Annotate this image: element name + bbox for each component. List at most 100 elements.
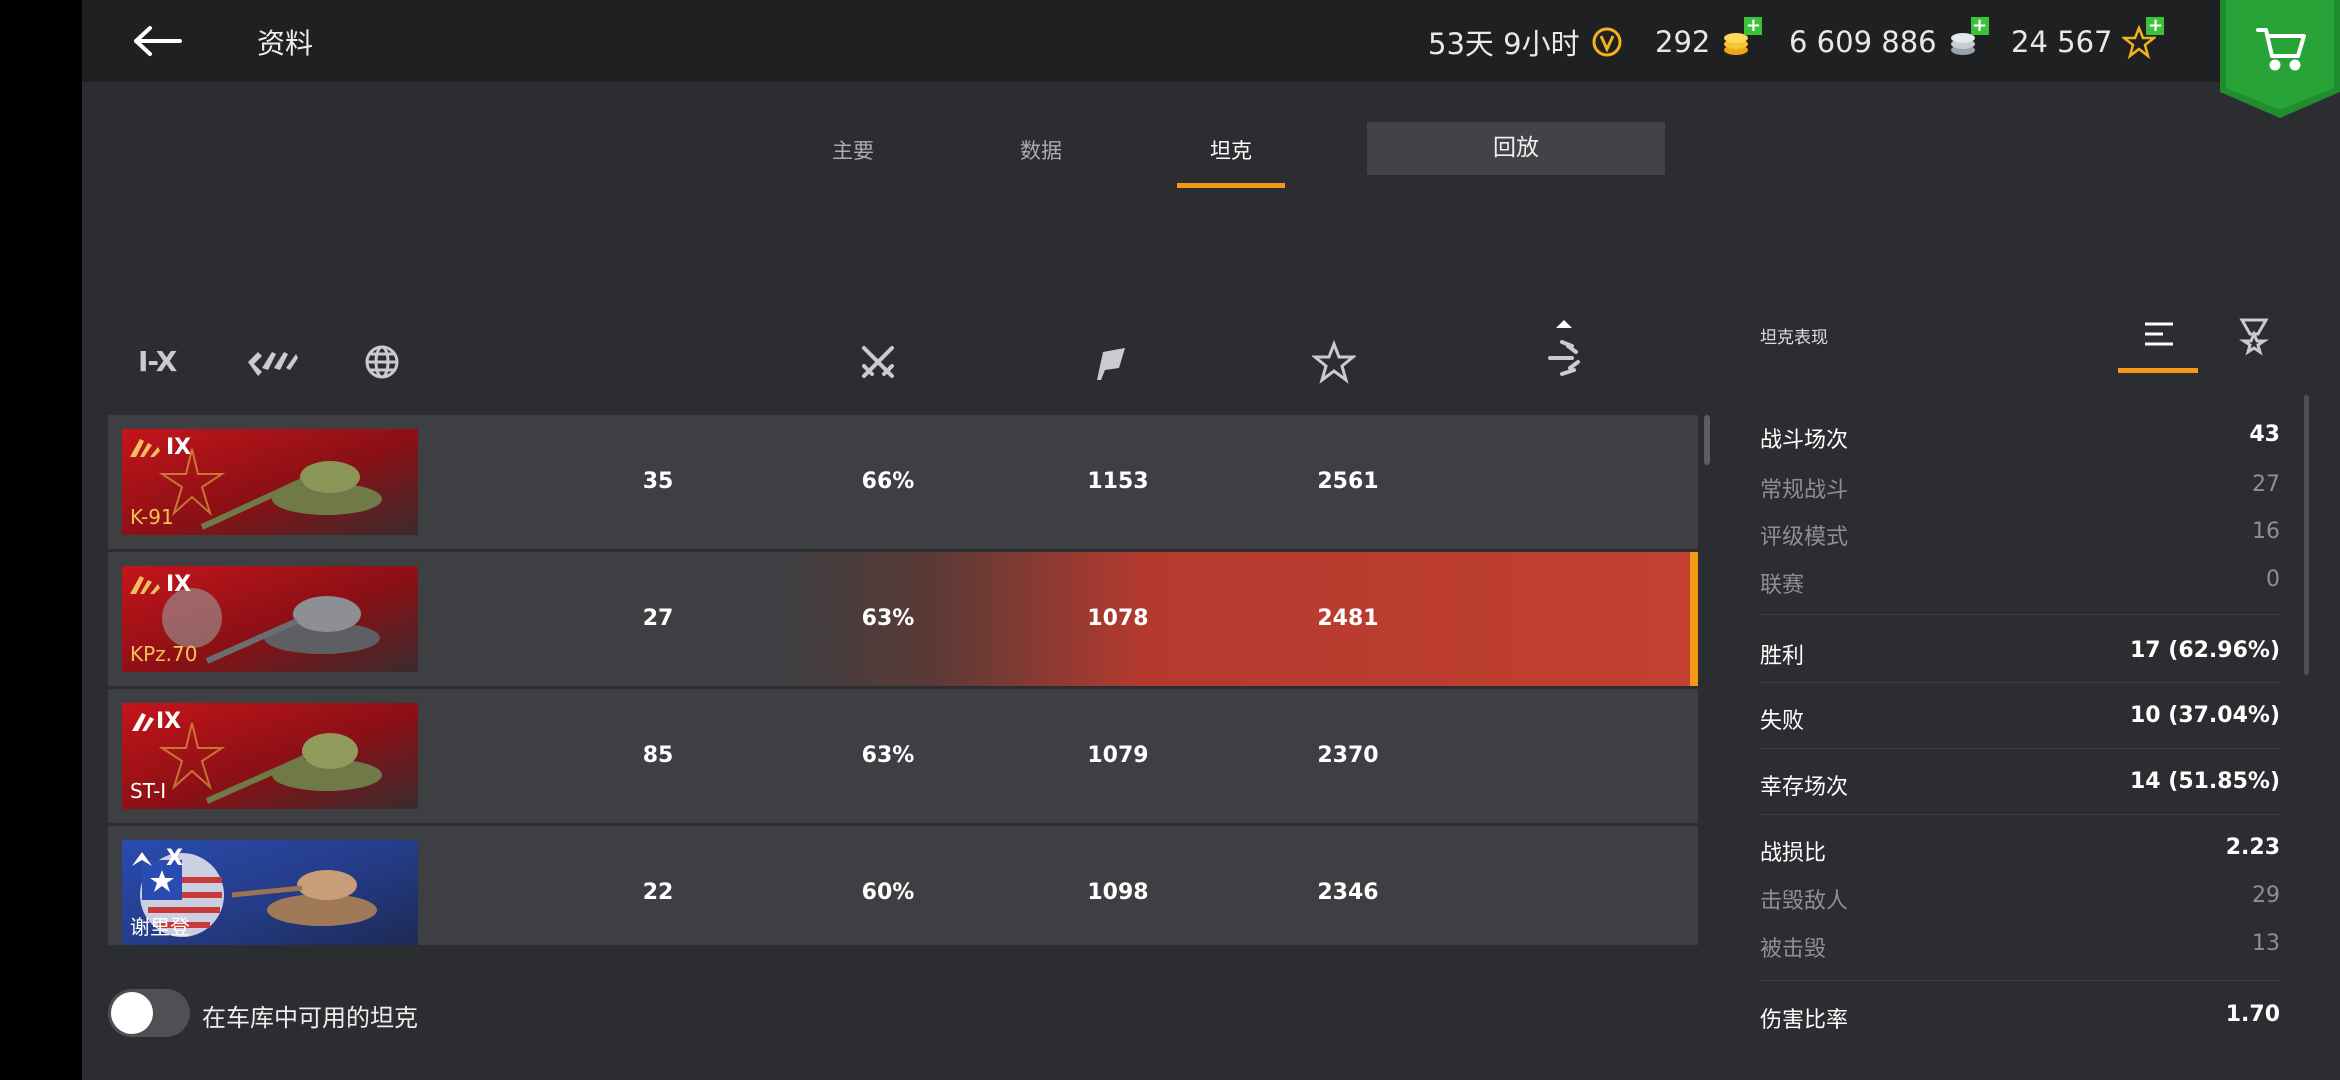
tank-name: ST-I bbox=[130, 779, 167, 803]
stat-value: 13 bbox=[2252, 931, 2280, 956]
tank-avg-damage: 2370 bbox=[1317, 743, 1379, 768]
tank-name: 谢里登 bbox=[130, 915, 190, 939]
tank-avg-exp: 1079 bbox=[1087, 743, 1149, 768]
premium-time[interactable]: 53天 9小时 bbox=[1428, 20, 1624, 64]
win-rate-icon[interactable] bbox=[1087, 340, 1131, 384]
tank-win-rate: 66% bbox=[861, 469, 915, 494]
tab-stats[interactable]: 数据 bbox=[1020, 135, 1062, 165]
tab-replays[interactable]: 回放 bbox=[1367, 122, 1665, 175]
tank-avg-damage: 2561 bbox=[1317, 469, 1379, 494]
back-arrow-icon bbox=[134, 26, 182, 56]
add-credits-icon[interactable]: + bbox=[1970, 17, 1989, 35]
tank-avg-damage: 2346 bbox=[1317, 880, 1379, 905]
profile-screen: 资料 53天 9小时 292 + 6 609 886 + 24 567 + 主要… bbox=[82, 0, 2340, 1080]
divider bbox=[1760, 814, 2280, 815]
tab-main[interactable]: 主要 bbox=[832, 135, 874, 165]
shop-button[interactable] bbox=[2220, 0, 2340, 118]
stat-value: 16 bbox=[2252, 519, 2280, 544]
stat-value: 17 (62.96%) bbox=[2129, 638, 2280, 663]
stat-label: 伤害比率 bbox=[1760, 1008, 1849, 1033]
tank-thumbnail: IX ST-I bbox=[122, 703, 418, 809]
stat-label: 幸存场次 bbox=[1760, 775, 1849, 800]
available-tanks-toggle[interactable] bbox=[108, 989, 190, 1037]
tank-tier: X bbox=[166, 846, 183, 871]
tank-row[interactable]: X 谢里登 22 60% 1098 2346 bbox=[108, 826, 1698, 945]
premium-time-value: 53天 9小时 bbox=[1428, 27, 1580, 61]
stat-value: 10 (37.04%) bbox=[2129, 703, 2280, 728]
experience-icon[interactable] bbox=[1310, 339, 1358, 384]
damage-sort-icon[interactable] bbox=[1542, 318, 1586, 388]
tank-thumbnail: X 谢里登 bbox=[122, 840, 418, 945]
stat-label: 被击毁 bbox=[1760, 937, 1827, 962]
battles-icon[interactable] bbox=[856, 340, 900, 384]
credits-value: 6 609 886 bbox=[1789, 25, 1937, 59]
divider bbox=[1760, 614, 2280, 615]
add-gold-icon[interactable]: + bbox=[1744, 17, 1763, 35]
tank-list[interactable]: IX K-91 35 66% 1153 2561 IX KPz.70 27 63… bbox=[108, 415, 1698, 945]
stat-label: 击毁敌人 bbox=[1760, 889, 1849, 914]
selected-row-indicator bbox=[1690, 552, 1698, 686]
panel-tab-indicator bbox=[2118, 368, 2198, 373]
free-xp-counter[interactable]: 24 567 + bbox=[2011, 17, 2165, 64]
stat-value: 27 bbox=[2252, 472, 2280, 497]
achievements-icon[interactable] bbox=[2232, 312, 2276, 356]
nation-filter-globe-icon[interactable] bbox=[360, 340, 404, 384]
tank-avg-exp: 1078 bbox=[1087, 606, 1149, 631]
stat-value: 1.70 bbox=[2225, 1002, 2280, 1027]
divider bbox=[1760, 748, 2280, 749]
credits-counter[interactable]: 6 609 886 + bbox=[1789, 17, 1989, 64]
tank-row[interactable]: IX K-91 35 66% 1153 2561 bbox=[108, 415, 1698, 549]
tank-thumbnail: IX KPz.70 bbox=[122, 566, 418, 672]
tab-tanks[interactable]: 坦克 bbox=[1210, 135, 1252, 165]
free-xp-star-icon: + bbox=[2120, 17, 2165, 60]
tank-tier: IX bbox=[156, 709, 182, 734]
tank-row[interactable]: IX ST-I 85 63% 1079 2370 bbox=[108, 689, 1698, 823]
tank-tier: IX bbox=[166, 572, 192, 597]
tank-row-selected[interactable]: IX KPz.70 27 63% 1078 2481 bbox=[108, 552, 1698, 686]
top-bar: 资料 53天 9小时 292 + 6 609 886 + 24 567 + bbox=[82, 0, 2340, 118]
tank-battles: 35 bbox=[642, 469, 674, 494]
stat-value: 29 bbox=[2252, 883, 2280, 908]
tank-thumbnail: IX K-91 bbox=[122, 429, 418, 535]
panel-title: 坦克表现 bbox=[1760, 328, 1828, 348]
tier-filter-button[interactable]: I-X bbox=[138, 340, 182, 384]
stat-label: 失败 bbox=[1760, 709, 1805, 734]
tank-win-rate: 60% bbox=[861, 880, 915, 905]
stat-value: 2.23 bbox=[2225, 835, 2280, 860]
active-tab-indicator bbox=[1177, 183, 1285, 188]
gold-value: 292 bbox=[1655, 25, 1711, 59]
tank-class-icon bbox=[130, 439, 160, 457]
stat-label: 评级模式 bbox=[1760, 525, 1849, 550]
stat-value: 0 bbox=[2266, 567, 2280, 592]
panel-scrollbar[interactable] bbox=[2304, 395, 2309, 675]
stat-label: 胜利 bbox=[1760, 644, 1805, 669]
gold-counter[interactable]: 292 + bbox=[1655, 17, 1763, 64]
tank-list-scrollbar[interactable] bbox=[1704, 415, 1710, 465]
back-button[interactable] bbox=[130, 18, 190, 64]
tank-name: KPz.70 bbox=[130, 642, 198, 666]
add-free-xp-icon[interactable]: + bbox=[2146, 17, 2165, 35]
tier-filter-label: I-X bbox=[138, 345, 177, 378]
tank-win-rate: 63% bbox=[861, 606, 915, 631]
stat-value: 43 bbox=[2249, 422, 2280, 447]
stats-list-icon[interactable] bbox=[2137, 312, 2181, 356]
divider bbox=[1760, 682, 2280, 683]
tank-name: K-91 bbox=[130, 505, 174, 529]
gold-coins-icon: + bbox=[1720, 17, 1763, 59]
tank-type-filter-icon[interactable] bbox=[244, 340, 300, 384]
stat-label: 联赛 bbox=[1760, 573, 1805, 598]
tank-battles: 27 bbox=[642, 606, 674, 631]
tank-battles: 22 bbox=[642, 880, 674, 905]
page-title: 资料 bbox=[257, 27, 314, 60]
stat-label: 常规战斗 bbox=[1760, 478, 1849, 503]
tank-battles: 85 bbox=[642, 743, 674, 768]
tank-class-icon bbox=[130, 576, 160, 594]
available-tanks-toggle-label: 在车库中可用的坦克 bbox=[202, 1004, 418, 1032]
stat-label: 战损比 bbox=[1760, 841, 1827, 866]
tank-tier: IX bbox=[166, 435, 192, 460]
tank-avg-exp: 1098 bbox=[1087, 880, 1149, 905]
silver-coins-icon: + bbox=[1947, 17, 1989, 59]
tank-avg-damage: 2481 bbox=[1317, 606, 1379, 631]
stat-value: 14 (51.85%) bbox=[2129, 769, 2280, 794]
tank-win-rate: 63% bbox=[861, 743, 915, 768]
